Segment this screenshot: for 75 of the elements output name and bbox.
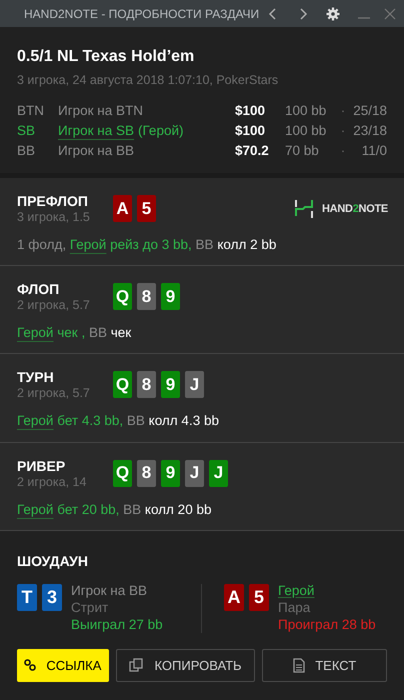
playing-card: T: [17, 584, 37, 611]
document-icon: [293, 658, 306, 673]
position-label: BTN: [17, 102, 45, 120]
stack-bb: 70 bb: [285, 142, 320, 160]
hero-link[interactable]: Герой: [70, 236, 106, 252]
playing-card: 8: [137, 460, 156, 486]
playing-card: J: [185, 371, 204, 398]
link-icon: [24, 659, 36, 672]
copy-icon: [129, 658, 144, 672]
playing-card: Q: [113, 371, 132, 398]
street-title: ТУРН: [17, 369, 55, 386]
player-name[interactable]: Игрок на SB: [58, 123, 134, 138]
position-label: BB: [17, 142, 36, 160]
street-info: 2 игрока, 5.7: [17, 298, 91, 313]
playing-card: Q: [113, 460, 132, 486]
playing-card: Q: [113, 283, 132, 310]
stack-amount: $100: [235, 102, 266, 120]
playing-card: 8: [137, 283, 156, 310]
playing-card: 9: [161, 283, 180, 310]
hero-link[interactable]: Герой: [17, 413, 54, 428]
hand-combo: Пара: [278, 598, 312, 616]
playing-card: 9: [161, 460, 180, 486]
logo-icon: [294, 198, 314, 219]
separator-dot: ·: [340, 142, 346, 160]
hero-link[interactable]: Герой: [17, 325, 54, 340]
stack-bb: 100 bb: [285, 122, 328, 140]
street-title: ПРЕФЛОП: [17, 192, 89, 210]
player-name[interactable]: Герой: [278, 582, 376, 599]
hand-result: Проиграл 28 bb: [278, 616, 376, 633]
playing-card: 9: [161, 371, 180, 398]
showdown-title: ШОУДАУН: [17, 552, 89, 571]
logo-text: HAND2NOTE: [322, 202, 388, 216]
player-name: Игрок на BB: [58, 143, 134, 158]
forward-icon[interactable]: [298, 8, 308, 20]
copy-button[interactable]: КОПИРОВАТЬ: [116, 648, 256, 682]
settings-icon[interactable]: [326, 6, 340, 20]
separator-dot: ·: [340, 122, 346, 140]
playing-card: J: [185, 460, 204, 486]
playing-card: A: [113, 194, 132, 222]
street-info: 2 игрока, 14: [17, 474, 88, 490]
street-info: 3 игрока, 1.5: [17, 210, 91, 225]
link-button[interactable]: ССЫЛКА: [17, 648, 109, 682]
stack-amount: $70.2: [235, 142, 270, 160]
action-line: 1 фолд, Герой рейз до 3 bb, BB колл 2 bb: [17, 236, 278, 254]
action-line: Герой бет 20 bb, BB колл 20 bb: [17, 500, 212, 519]
hand-title: 0.5/1 NL Texas Hold’em: [17, 47, 196, 67]
hand-result: Выиграл 27 bb: [71, 616, 163, 633]
separator-dot: ·: [340, 102, 346, 120]
hand-combo: Стрит: [71, 598, 110, 616]
hero-link[interactable]: Герой: [17, 502, 54, 516]
playing-card: A: [224, 584, 244, 611]
street-title: ФЛОП: [17, 281, 60, 298]
street-info: 2 игрока, 5.7: [17, 386, 91, 402]
player-name: Игрок на BB: [71, 582, 148, 599]
playing-card: 3: [42, 584, 62, 611]
stack-bb: 100 bb: [285, 102, 328, 120]
playing-card: 5: [249, 584, 269, 611]
back-icon[interactable]: [268, 8, 278, 20]
player-stats: 11/0: [360, 142, 387, 160]
player-stats: 23/18: [352, 122, 387, 140]
hero-tag: (Герой): [138, 123, 184, 138]
player-stats: 25/18: [352, 102, 387, 120]
player-name: Игрок на BTN: [58, 103, 144, 118]
playing-card: J: [209, 460, 228, 486]
text-button[interactable]: ТЕКСТ: [262, 648, 387, 682]
window-title: HAND2NOTE - ПОДРОБНОСТИ РАЗДАЧИ: [24, 6, 260, 22]
stack-amount: $100: [235, 122, 266, 140]
action-line: Герой бет 4.3 bb, BB колл 4.3 bb: [17, 412, 220, 430]
playing-card: 5: [137, 194, 156, 222]
position-label: SB: [17, 122, 36, 140]
action-line: Герой чек , BB чек: [17, 324, 132, 342]
close-icon[interactable]: [384, 8, 396, 20]
street-title: РИВЕР: [17, 458, 66, 474]
hand-subtitle: 3 игрока, 24 августа 2018 1:07:10, PokerStars: [17, 72, 280, 89]
playing-card: 8: [137, 371, 156, 398]
